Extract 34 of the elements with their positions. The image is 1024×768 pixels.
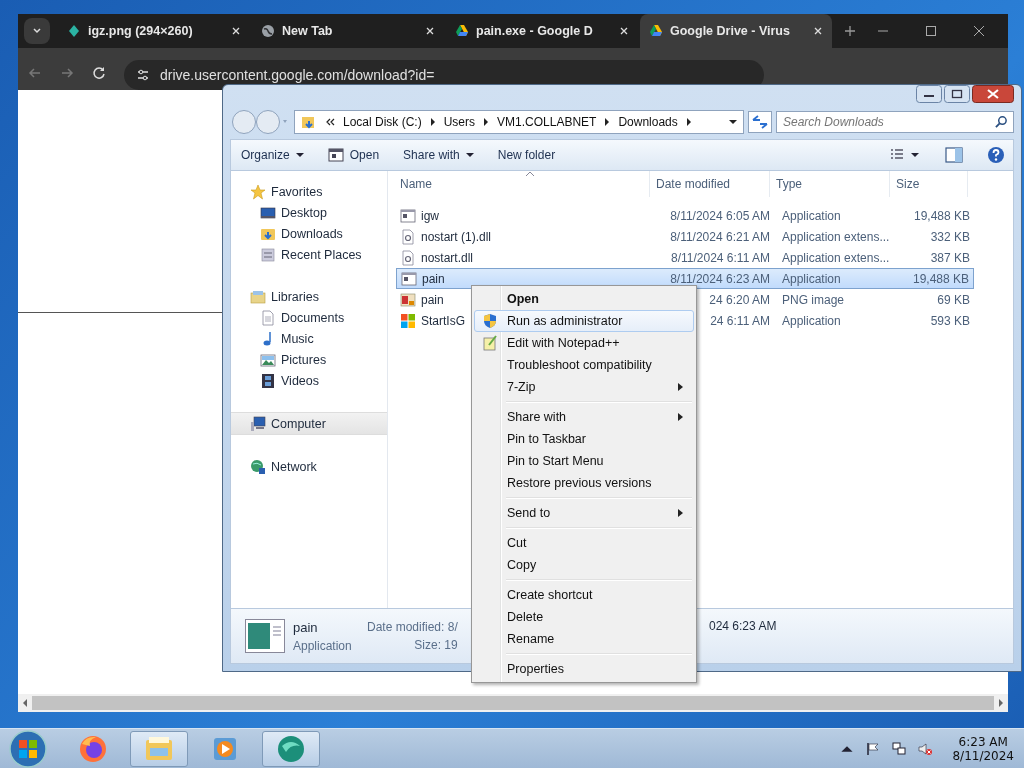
- size-cell: 19,488 KB: [912, 271, 969, 286]
- tab-title: igz.png (294×260): [88, 24, 194, 38]
- type-cell: Application: [782, 271, 841, 286]
- date-cell: 8/11/2024 6:05 AM: [670, 208, 770, 223]
- type-cell: Application extens...: [782, 250, 890, 265]
- size-label: Size: 19: [414, 638, 458, 652]
- size-cell: 19,488 KB: [913, 208, 970, 223]
- size-cell: 387 KB: [930, 250, 970, 265]
- date-cell: 8/11/2024 6:23 AM: [670, 271, 770, 286]
- tab-title: pain.exe - Google D: [476, 24, 594, 38]
- file-name: pain: [422, 271, 445, 286]
- size-cell: 593 KB: [930, 313, 970, 328]
- type-cell: PNG image: [782, 292, 845, 307]
- tab-title: New Tab: [282, 24, 334, 38]
- file-name: pain: [293, 619, 319, 635]
- tab-title: Google Drive - Virus: [670, 24, 791, 38]
- file-type: Application: [293, 638, 353, 653]
- date-cell: 8/11/2024 6:21 AM: [670, 229, 770, 244]
- date-cell: 8/11/2024 6:11 AM: [671, 250, 770, 265]
- date-modified-value: 024 6:23 AM: [709, 619, 777, 633]
- size-cell: 69 KB: [937, 292, 970, 307]
- date-cell: 24 6:20 AM: [709, 292, 770, 307]
- date-cell: 24 6:11 AM: [710, 313, 770, 328]
- type-cell: Application extens...: [782, 229, 890, 244]
- url-text: drive.usercontent.google.com/download?id=: [160, 67, 435, 83]
- file-name: nostart (1).dll: [421, 229, 492, 244]
- size-cell: 332 KB: [930, 229, 970, 244]
- file-name: StartIsG: [421, 313, 465, 328]
- file-name: igw: [421, 208, 439, 223]
- type-cell: Application: [782, 313, 841, 328]
- type-cell: Application: [782, 208, 841, 223]
- date-modified-label: Date modified: 8/: [367, 620, 458, 634]
- file-name: pain: [421, 292, 444, 307]
- file-name: nostart.dll: [421, 250, 474, 265]
